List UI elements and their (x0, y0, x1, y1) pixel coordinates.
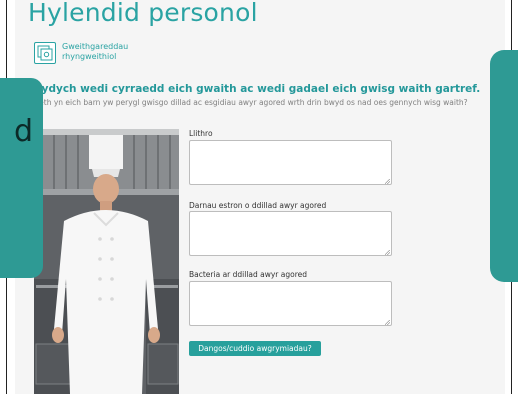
foreign-bodies-answer-field[interactable] (189, 211, 392, 256)
foreign-bodies-label: Darnau estron o ddillad awyr agored (189, 201, 327, 210)
slipping-label: Llithro (189, 129, 213, 138)
next-slide-panel[interactable] (490, 50, 518, 282)
slipping-answer-field[interactable] (189, 140, 392, 185)
activity-type-label: Gweithgareddau rhyngweithiol (62, 42, 129, 61)
group-work-icon (34, 42, 56, 64)
chef-photo (34, 129, 179, 394)
page-title: Hylendid personol (28, 0, 258, 27)
previous-slide-panel[interactable]: d (0, 78, 43, 278)
bacteria-label: Bacteria ar ddillad awyr agored (189, 270, 308, 279)
previous-slide-partial-text: d (13, 114, 33, 149)
show-hide-hints-button[interactable]: Dangos/cuddio awgrymiadau? (189, 341, 321, 356)
question-text: Beth yn eich barn yw perygl gwisgo dilla… (34, 98, 468, 107)
scenario-heading: Rydych wedi cyrraedd eich gwaith ac wedi… (34, 83, 481, 95)
bacteria-answer-field[interactable] (189, 281, 392, 326)
